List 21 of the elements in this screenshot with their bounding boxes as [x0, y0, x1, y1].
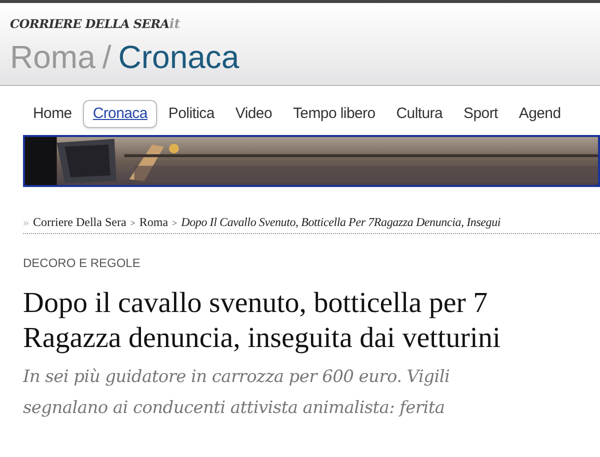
breadcrumb-current: Dopo Il Cavallo Svenuto, Botticella Per 7Ragazza Denuncia, Insegui — [181, 214, 501, 231]
nav-tab[interactable]: Sport — [454, 100, 508, 128]
logo-text: CORRIERE DELLA SERA — [10, 16, 170, 33]
nav-tab[interactable]: Tempo libero — [282, 100, 386, 128]
breadcrumb-separator: > — [130, 217, 136, 230]
logo-suffix: it — [169, 16, 180, 34]
breadcrumb-marker: » — [23, 214, 29, 231]
breadcrumb-link[interactable]: Roma — [139, 213, 168, 231]
breadcrumb-separator: > — [172, 217, 178, 230]
nav-tab[interactable]: Home — [23, 100, 82, 128]
title-separator: / — [102, 38, 112, 76]
article-headline: Dopo il cavallo svenuto, botticella per 7 Ragazza denuncia, inseguita dai vetturini — [23, 286, 502, 356]
article-summary: In sei più guidatore in carrozza per 600 euro. Vigili segnalano ai conducenti attivista animalista: ferita — [23, 366, 451, 420]
nav-tab[interactable]: Cronaca — [82, 100, 158, 128]
article-kicker: DECORO E REGOLE — [23, 255, 142, 272]
subsection-title[interactable]: Cronaca — [118, 38, 240, 76]
nav-tab[interactable]: Politica — [158, 100, 224, 128]
nav-tab[interactable]: Cultura — [386, 100, 453, 128]
breadcrumb-link[interactable]: Corriere Della Sera — [33, 213, 126, 231]
nav-tab[interactable]: Video — [225, 100, 282, 128]
nav-tab[interactable]: Agend — [508, 100, 571, 128]
